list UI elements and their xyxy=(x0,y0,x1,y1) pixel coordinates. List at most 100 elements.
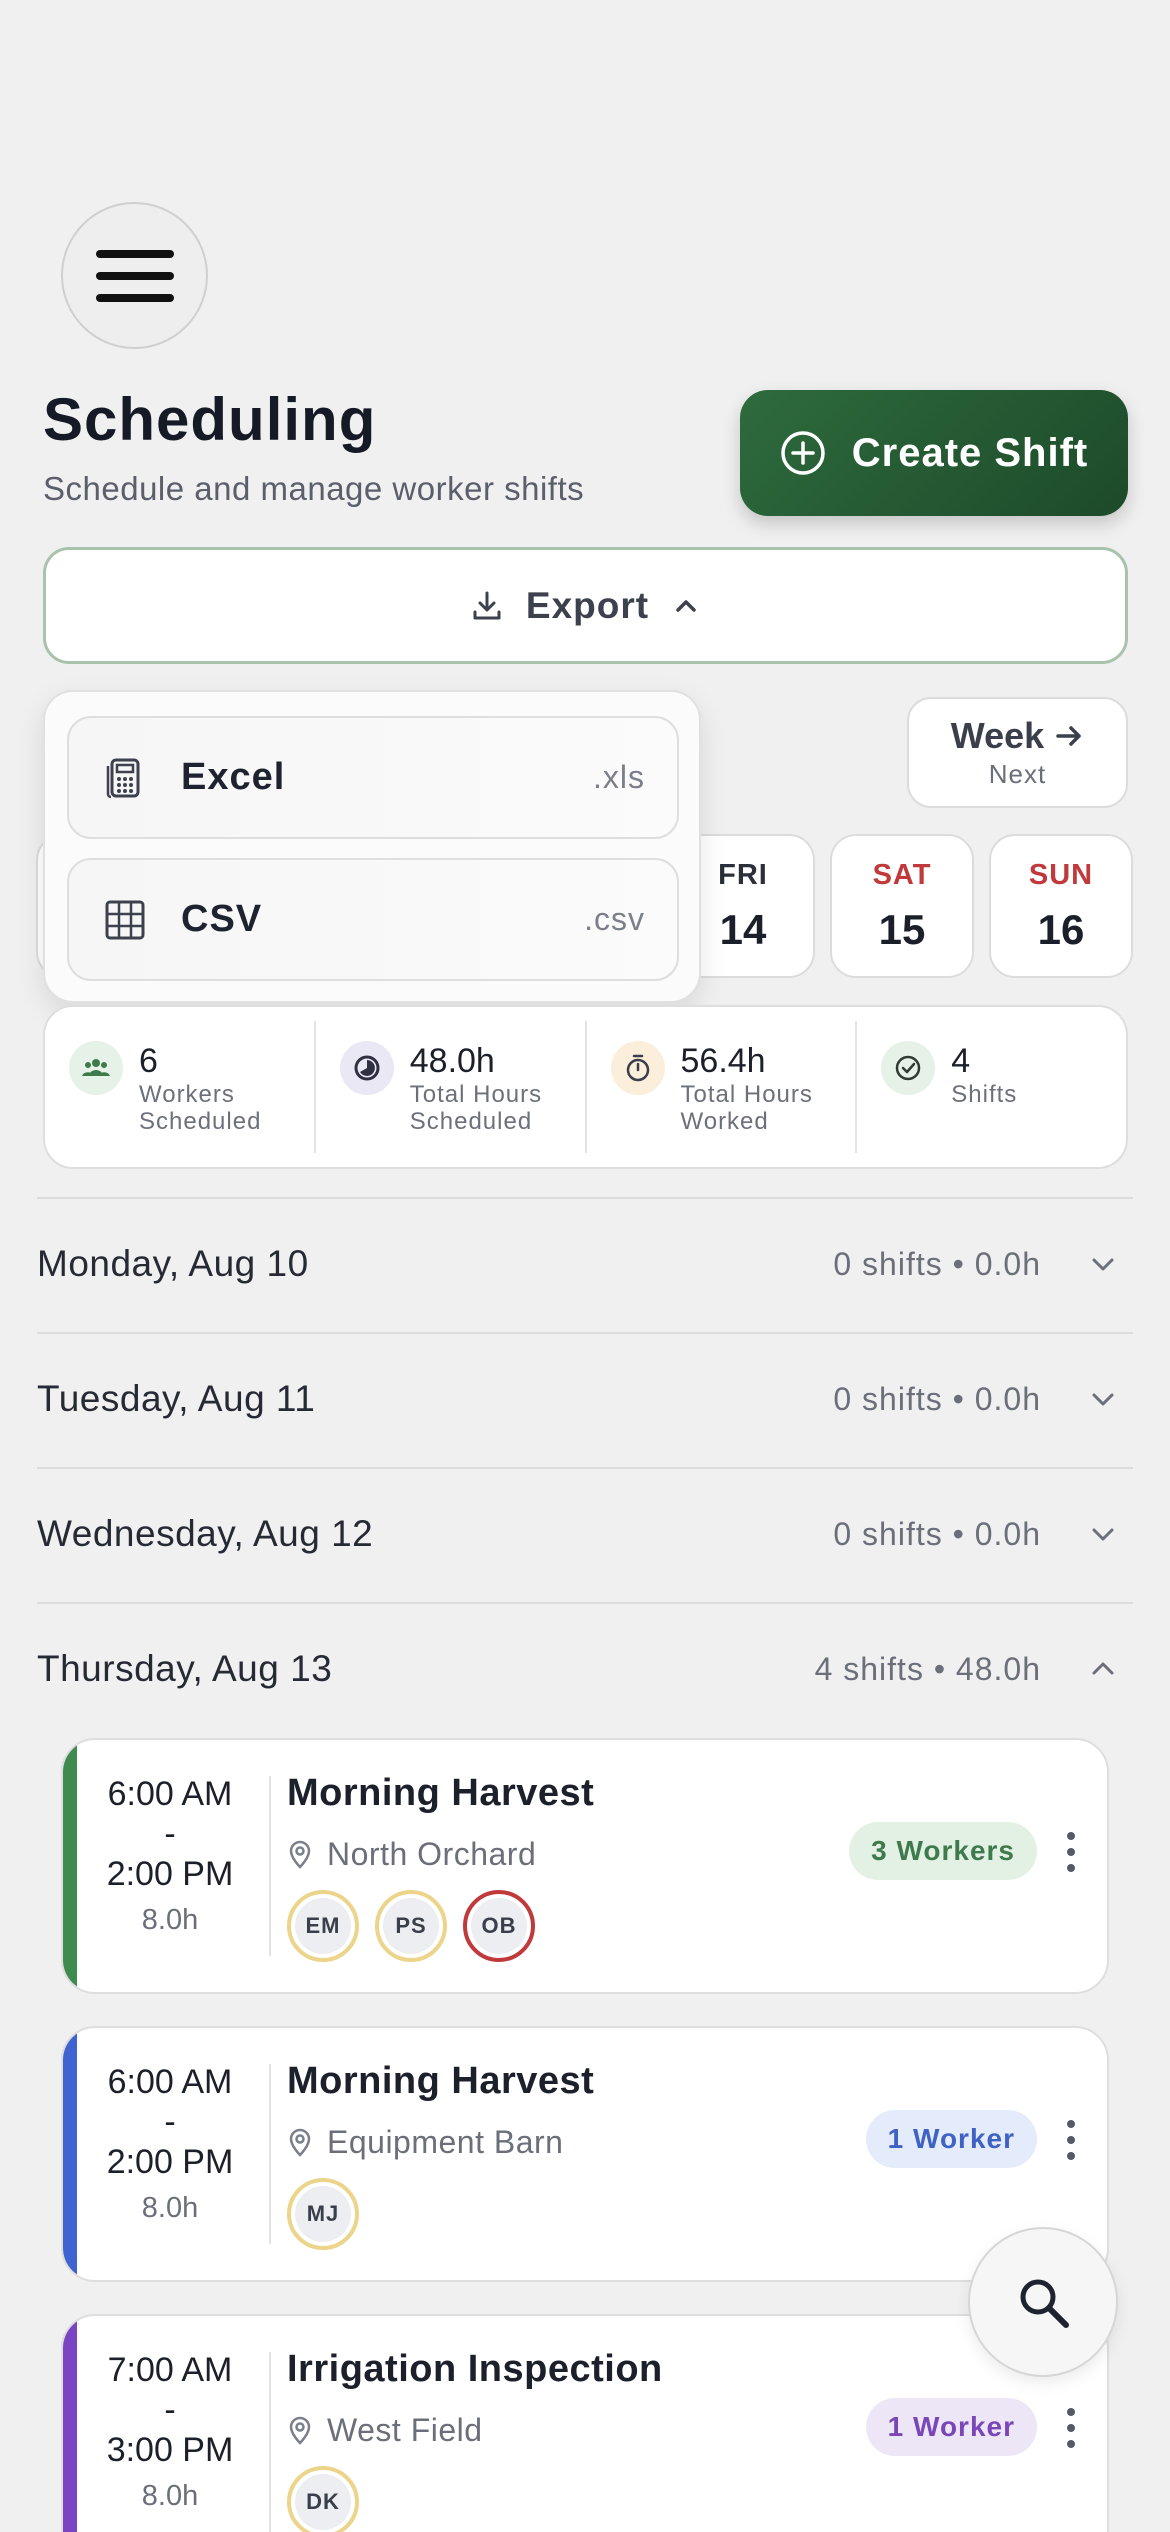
menu-button[interactable] xyxy=(61,202,208,349)
grid-icon xyxy=(101,896,149,944)
day-label: Tuesday, Aug 11 xyxy=(37,1378,316,1419)
shift-start: 6:00 AM xyxy=(107,1775,233,1813)
stat-label: Total Hours xyxy=(680,1081,813,1108)
day-chip-name: FRI xyxy=(718,858,768,891)
chevron-down-icon xyxy=(1083,1514,1123,1554)
divider xyxy=(269,2352,271,2532)
day-row-monday[interactable]: Monday, Aug 10 0 shifts • 0.0h xyxy=(37,1199,1133,1329)
shift-start: 6:00 AM xyxy=(107,2063,233,2101)
stat-value: 4 xyxy=(951,1042,971,1080)
calculator-icon xyxy=(101,754,149,802)
shift-dash: - xyxy=(164,2103,176,2141)
day-label: Monday, Aug 10 xyxy=(37,1243,309,1284)
export-button[interactable]: Export xyxy=(43,547,1128,664)
shift-end: 3:00 PM xyxy=(106,2431,234,2469)
shift-dash: - xyxy=(164,2391,176,2429)
people-icon xyxy=(69,1041,123,1095)
day-row-wednesday[interactable]: Wednesday, Aug 12 0 shifts • 0.0h xyxy=(37,1469,1133,1599)
week-label: Week xyxy=(950,715,1045,756)
stopwatch-icon xyxy=(610,1041,665,1095)
stat-value: 6 xyxy=(139,1042,158,1080)
avatar[interactable]: MJ xyxy=(287,2178,359,2250)
day-chip-sun[interactable]: SUN 16 xyxy=(989,834,1133,978)
hamburger-icon xyxy=(95,249,174,302)
stat-label: Workers xyxy=(139,1081,235,1108)
day-chip-sat[interactable]: SAT 15 xyxy=(830,834,974,978)
avatar[interactable]: OB xyxy=(463,1890,535,1962)
download-icon xyxy=(473,591,501,619)
shift-time: 6:00 AM - 2:00 PM 8.0h xyxy=(85,2062,255,2228)
next-week-button[interactable]: Week Next xyxy=(907,697,1128,808)
stat-label: Shifts xyxy=(951,1081,1018,1108)
shift-location-label: Equipment Barn xyxy=(327,2124,564,2160)
worker-count-badge: 1 Worker xyxy=(865,2398,1037,2456)
day-chip-date: 15 xyxy=(878,905,926,953)
export-dropdown: Excel .xls CSV .csv xyxy=(43,690,701,1003)
shift-dash: - xyxy=(164,1815,176,1853)
stat-label: Scheduled xyxy=(139,1108,262,1135)
stat-hours-scheduled: 48.0h Total Hours Scheduled xyxy=(316,1021,587,1153)
avatar[interactable]: DK xyxy=(287,2466,359,2532)
page-title: Scheduling xyxy=(43,386,377,453)
stat-hours-worked: 56.4h Total Hours Worked xyxy=(587,1021,858,1153)
more-options-icon[interactable] xyxy=(1065,1832,1077,1872)
shift-title: Morning Harvest xyxy=(287,2060,595,2102)
divider xyxy=(269,1776,271,1956)
export-excel-option[interactable]: Excel .xls xyxy=(67,716,679,839)
export-label: Export xyxy=(525,584,650,626)
shift-location: West Field xyxy=(287,2412,483,2449)
shift-hours: 8.0h xyxy=(141,2192,199,2224)
shift-time: 6:00 AM - 2:00 PM 8.0h xyxy=(85,1774,255,1940)
stats-card: 6 Workers Scheduled 48.0h Total Hours Sc… xyxy=(43,1005,1128,1169)
chevron-up-icon xyxy=(676,599,696,612)
worker-avatars: MJ xyxy=(287,2178,359,2250)
stat-value: 56.4h xyxy=(680,1042,766,1080)
location-pin-icon xyxy=(289,2128,311,2157)
export-excel-label: Excel xyxy=(181,756,286,798)
divider xyxy=(269,2064,271,2244)
shift-start: 7:00 AM xyxy=(107,2351,233,2389)
shift-card[interactable]: 7:00 AM - 3:00 PM 8.0h Irrigation Inspec… xyxy=(61,2314,1109,2532)
export-csv-option[interactable]: CSV .csv xyxy=(67,858,679,981)
day-summary: 4 shifts • 48.0h xyxy=(814,1650,1041,1687)
export-excel-ext: .xls xyxy=(593,759,645,795)
stat-label: Worked xyxy=(680,1108,769,1135)
avatar[interactable]: EM xyxy=(287,1890,359,1962)
worker-count-badge: 3 Workers xyxy=(849,1822,1037,1880)
day-row-tuesday[interactable]: Tuesday, Aug 11 0 shifts • 0.0h xyxy=(37,1334,1133,1464)
shift-hours: 8.0h xyxy=(141,1904,199,1936)
worker-avatars: DK xyxy=(287,2466,359,2532)
day-row-thursday[interactable]: Thursday, Aug 13 4 shifts • 48.0h xyxy=(37,1604,1133,1734)
avatar[interactable]: PS xyxy=(375,1890,447,1962)
day-summary: 0 shifts • 0.0h xyxy=(833,1515,1041,1552)
day-chip-date: 14 xyxy=(719,905,767,953)
search-button[interactable] xyxy=(968,2227,1118,2377)
create-shift-button[interactable]: Create Shift xyxy=(740,390,1128,516)
chevron-down-icon xyxy=(1083,1244,1123,1284)
clock-half-icon xyxy=(339,1041,394,1095)
worker-count-badge: 1 Worker xyxy=(865,2110,1037,2168)
page-subtitle: Schedule and manage worker shifts xyxy=(43,470,585,507)
shift-location-label: West Field xyxy=(327,2412,483,2448)
shift-card[interactable]: 6:00 AM - 2:00 PM 8.0h Morning Harvest E… xyxy=(61,2026,1109,2282)
day-summary: 0 shifts • 0.0h xyxy=(833,1380,1041,1417)
stat-workers: 6 Workers Scheduled xyxy=(45,1021,316,1153)
shift-title: Morning Harvest xyxy=(287,1772,595,1814)
day-chip-name: SAT xyxy=(872,858,932,891)
shift-accent-bar xyxy=(63,2028,77,2280)
shift-accent-bar xyxy=(63,1740,77,1992)
location-pin-icon xyxy=(289,2416,311,2445)
shift-card[interactable]: 6:00 AM - 2:00 PM 8.0h Morning Harvest N… xyxy=(61,1738,1109,1994)
shift-location: Equipment Barn xyxy=(287,2124,563,2161)
next-label: Next xyxy=(988,759,1047,789)
location-pin-icon xyxy=(289,1840,311,1869)
more-options-icon[interactable] xyxy=(1065,2120,1077,2160)
export-csv-ext: .csv xyxy=(584,901,645,937)
shift-location-label: North Orchard xyxy=(327,1836,537,1872)
stat-label: Total Hours xyxy=(409,1081,543,1108)
more-options-icon[interactable] xyxy=(1065,2408,1077,2448)
arrow-right-icon xyxy=(1056,726,1081,746)
shift-accent-bar xyxy=(63,2316,77,2532)
day-summary: 0 shifts • 0.0h xyxy=(833,1245,1041,1282)
search-icon xyxy=(1020,2279,1069,2328)
